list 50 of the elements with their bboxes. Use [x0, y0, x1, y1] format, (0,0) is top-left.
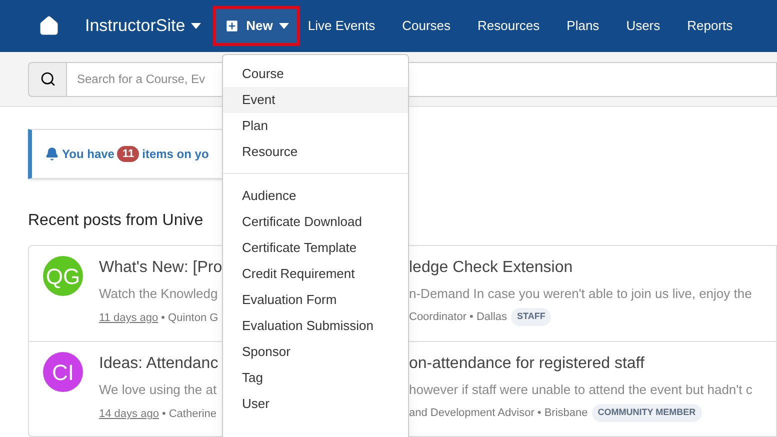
date-link[interactable]: 14 days ago [99, 406, 159, 422]
home-icon[interactable] [38, 15, 60, 37]
menu-item[interactable]: Evaluation Form [223, 287, 408, 313]
avatar: CI [43, 352, 83, 392]
nav-link[interactable]: Reports [687, 16, 733, 36]
menu-item[interactable]: Course [223, 61, 408, 87]
post-author: Coordinator • Dallas [409, 310, 508, 324]
post-author: • Catherine [162, 407, 217, 422]
menu-item[interactable]: Evaluation Submission [223, 313, 408, 339]
menu-item[interactable]: Event [223, 87, 408, 113]
caret-icon [191, 23, 202, 29]
alert-text: items on yo [142, 146, 209, 163]
search-icon [40, 71, 56, 87]
alert-text: You have [62, 146, 114, 163]
post-excerpt: n-Demand In case you weren't able to join us live, enjoy the [409, 285, 752, 303]
post-title[interactable]: ledge Check Extension [409, 256, 752, 282]
date-link[interactable]: 11 days ago [99, 310, 158, 326]
menu-item[interactable]: Certificate Download [223, 209, 408, 235]
role-tag: COMMUNITY MEMBER [592, 404, 702, 422]
post-excerpt: We love using the at [99, 381, 218, 399]
menu-item[interactable]: Audience [223, 183, 408, 209]
plus-icon [224, 18, 240, 34]
menu-item[interactable]: Plan [223, 113, 408, 139]
post-author: • Quinton G [161, 311, 218, 326]
count-badge: 11 [117, 146, 140, 162]
menu-item[interactable]: User [223, 391, 408, 417]
nav-link[interactable]: Plans [566, 16, 600, 36]
section-heading: Recent posts from Unive [28, 211, 204, 231]
caret-icon [278, 23, 289, 29]
post-title[interactable]: What's New: [Pro [99, 256, 222, 282]
post-title[interactable]: Ideas: Attendanc [99, 352, 222, 378]
site-menu[interactable]: InstructorSite [85, 13, 202, 39]
post-excerpt: however if staff were unable to attend the event but hadn't c [409, 381, 752, 399]
nav-link[interactable]: Live Events [308, 16, 376, 36]
menu-item[interactable]: Sponsor [223, 339, 408, 365]
search-button[interactable] [28, 62, 67, 96]
bell-icon [45, 147, 59, 161]
nav-link[interactable]: Users [626, 16, 660, 36]
avatar: QG [43, 256, 83, 296]
nav-link[interactable]: Resources [478, 16, 540, 36]
menu-item[interactable]: Tag [223, 365, 408, 391]
post-author: and Development Advisor • Brisbane [409, 406, 588, 420]
post-excerpt: Watch the Knowledg [99, 285, 219, 303]
menu-item[interactable]: Resource [223, 139, 408, 165]
nav-link[interactable]: Courses [402, 16, 451, 36]
role-tag: STAFF [511, 308, 552, 326]
menu-item[interactable]: Credit Requirement [223, 261, 408, 287]
menu-item[interactable]: Certificate Template [223, 235, 408, 261]
post-title[interactable]: on-attendance for registered staff [409, 352, 752, 378]
new-button[interactable]: New [213, 6, 300, 46]
